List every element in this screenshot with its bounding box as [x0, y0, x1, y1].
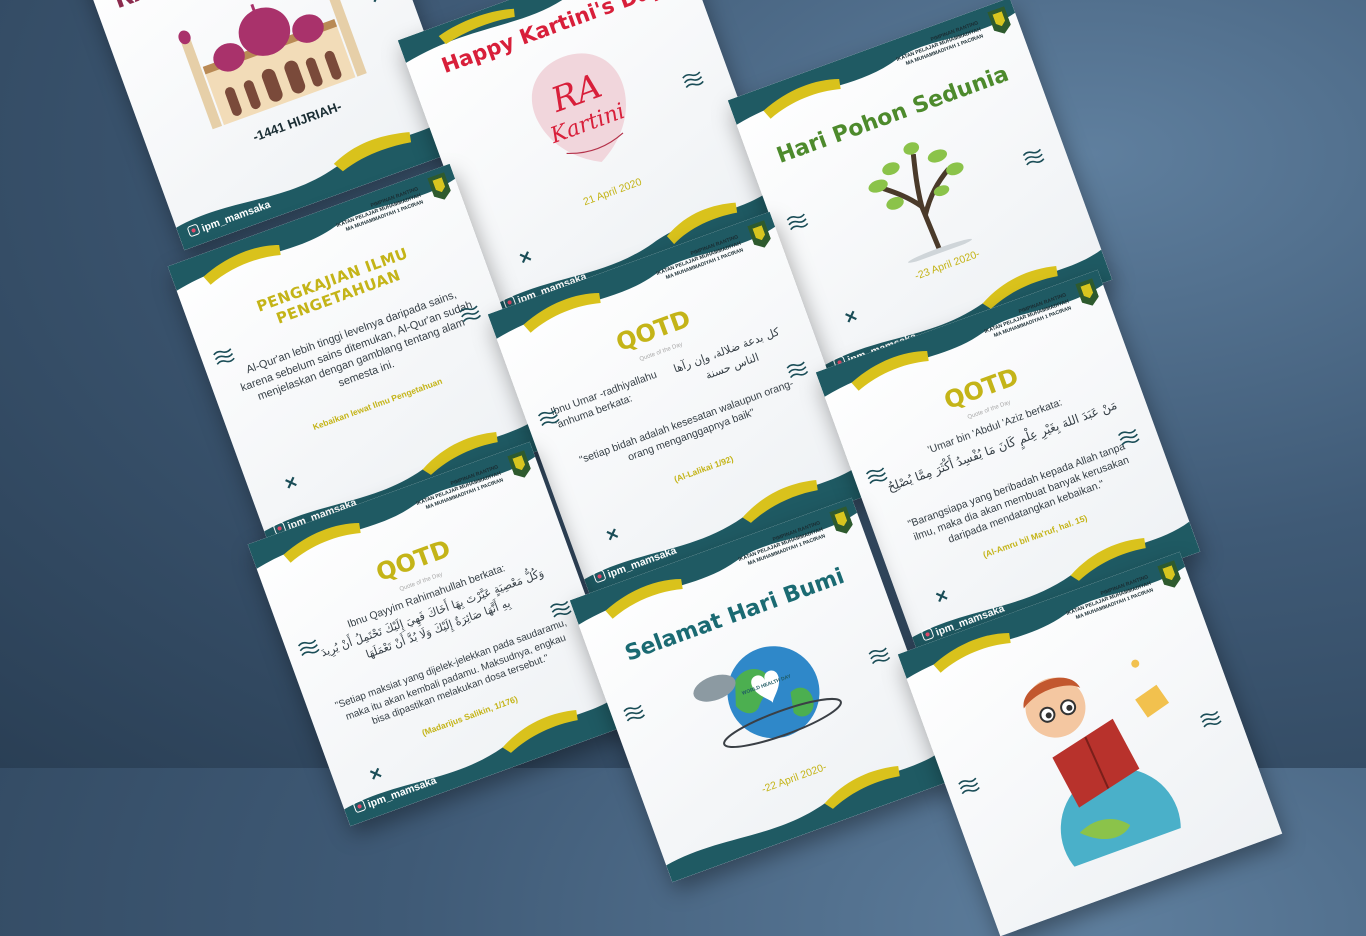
waves-icon: [1199, 710, 1222, 728]
close-icon: ×: [368, 0, 387, 9]
instagram-icon: [920, 627, 935, 642]
waves-icon: [868, 647, 891, 665]
instagram-icon: [186, 223, 201, 238]
instagram-icon: [592, 569, 607, 584]
waves-icon: [213, 348, 235, 365]
waves-icon: [623, 704, 646, 722]
waves-icon: [682, 71, 704, 89]
instagram-icon: [352, 799, 367, 814]
waves-icon: [786, 361, 809, 379]
waves-icon: [1117, 428, 1140, 446]
mosque-icon: [178, 0, 367, 130]
kartini-portrait: RA Kartini: [531, 53, 628, 162]
waves-icon: [958, 777, 980, 795]
card-speaker: Ibnu Umar -radhiyallahu 'anhuma berkata:: [549, 368, 659, 432]
mockup-scene: RA -1441 HIJRIAH- ×: [0, 0, 1366, 936]
waves-icon: [786, 213, 809, 231]
waves-icon: [1022, 148, 1045, 166]
